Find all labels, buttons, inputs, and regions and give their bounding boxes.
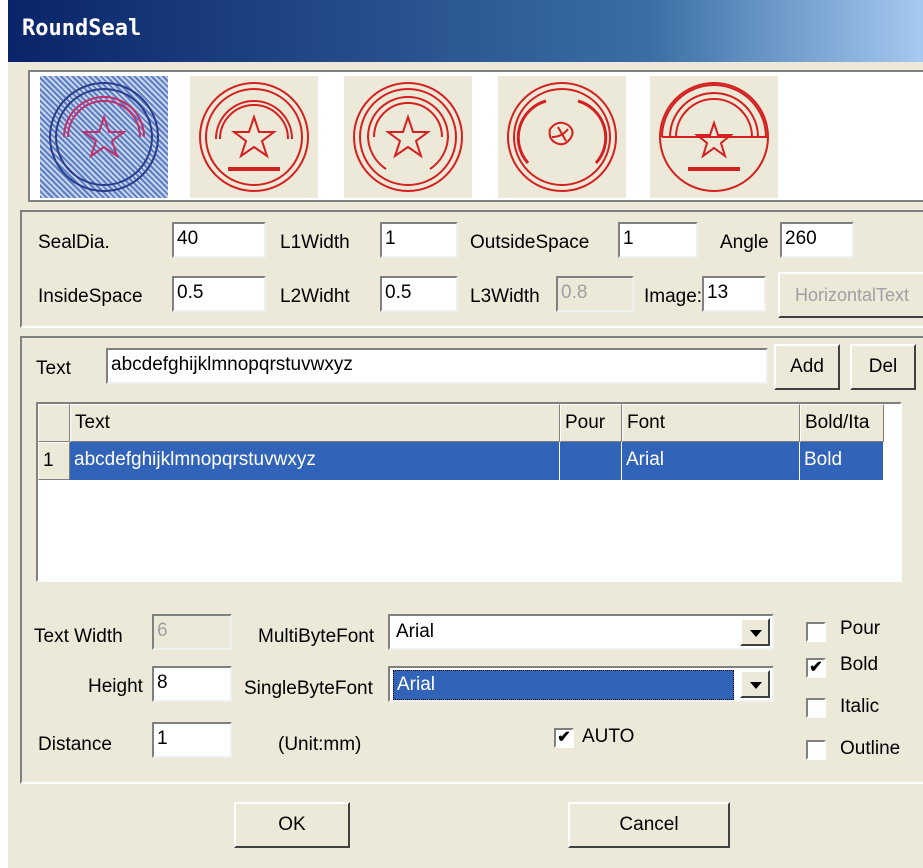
bold-checkbox[interactable]: ✔ bbox=[806, 658, 826, 678]
round-seal-dialog: RoundSeal SealDia. 40 L1Width 1 OutsideS… bbox=[8, 0, 923, 868]
singlebyte-font-label: SingleByteFont bbox=[244, 678, 373, 699]
seal-style-1-icon bbox=[49, 82, 159, 192]
text-table: Text Pour Font Bold/Ita 1 abcdefghijklmn… bbox=[36, 402, 902, 582]
image-input[interactable]: 13 bbox=[702, 276, 766, 312]
unit-label: (Unit:mm) bbox=[278, 734, 362, 755]
distance-input[interactable]: 1 bbox=[152, 722, 232, 758]
l3width-label: L3Width bbox=[470, 286, 540, 307]
text-width-label: Text Width bbox=[34, 626, 123, 647]
row-number[interactable]: 1 bbox=[38, 442, 70, 480]
seal-style-1[interactable] bbox=[40, 76, 168, 198]
inside-space-label: InsideSpace bbox=[38, 286, 143, 307]
seal-dia-input[interactable]: 40 bbox=[172, 222, 266, 258]
seal-style-4[interactable] bbox=[498, 76, 626, 198]
seal-dia-label: SealDia. bbox=[38, 232, 110, 253]
height-label: Height bbox=[88, 676, 143, 697]
table-cell-pour[interactable] bbox=[560, 442, 622, 480]
column-header-bold-italic[interactable]: Bold/Ita bbox=[800, 404, 884, 442]
outside-space-label: OutsideSpace bbox=[470, 232, 590, 253]
window-title: RoundSeal bbox=[22, 16, 142, 41]
inside-space-input[interactable]: 0.5 bbox=[172, 276, 266, 312]
seal-style-3-icon bbox=[353, 82, 463, 192]
l2widht-input[interactable]: 0.5 bbox=[380, 276, 458, 312]
l1width-input[interactable]: 1 bbox=[380, 222, 458, 258]
l3width-input[interactable]: 0.8 bbox=[556, 276, 634, 312]
column-header-text[interactable]: Text bbox=[70, 404, 560, 442]
column-header-pour[interactable]: Pour bbox=[560, 404, 622, 442]
outside-space-input[interactable]: 1 bbox=[618, 222, 698, 258]
angle-label: Angle bbox=[720, 232, 769, 253]
height-input[interactable]: 8 bbox=[152, 666, 232, 702]
table-cell-bold-italic[interactable]: Bold bbox=[800, 442, 884, 480]
italic-label: Italic bbox=[840, 696, 880, 717]
ok-button[interactable]: OK bbox=[234, 802, 350, 848]
bold-label: Bold bbox=[840, 654, 879, 675]
l1width-label: L1Width bbox=[280, 232, 350, 253]
seal-style-3[interactable] bbox=[344, 76, 472, 198]
pour-label: Pour bbox=[840, 618, 881, 639]
seal-style-2[interactable] bbox=[190, 76, 318, 198]
title-bar[interactable]: RoundSeal bbox=[8, 0, 923, 62]
italic-checkbox[interactable] bbox=[806, 698, 826, 718]
table-corner-header bbox=[38, 404, 70, 442]
text-label: Text bbox=[36, 358, 71, 379]
text-input[interactable]: abcdefghijklmnopqrstuvwxyz bbox=[106, 348, 768, 384]
table-cell-text[interactable]: abcdefghijklmnopqrstuvwxyz bbox=[70, 442, 560, 480]
text-width-input[interactable]: 6 bbox=[152, 614, 232, 650]
pour-checkbox[interactable] bbox=[806, 622, 826, 642]
chevron-down-icon[interactable] bbox=[740, 670, 770, 698]
seal-style-5-icon bbox=[659, 82, 769, 192]
angle-input[interactable]: 260 bbox=[780, 222, 854, 258]
outline-checkbox[interactable] bbox=[806, 740, 826, 760]
del-button[interactable]: Del bbox=[850, 344, 916, 390]
image-label: Image: bbox=[644, 286, 703, 307]
l2widht-label: L2Widht bbox=[280, 286, 350, 307]
singlebyte-font-value: Arial bbox=[393, 670, 734, 700]
multibyte-font-label: MultiByteFont bbox=[258, 626, 375, 647]
chevron-down-icon[interactable] bbox=[740, 618, 770, 646]
horizontal-text-button[interactable]: HorizontalText bbox=[778, 272, 923, 318]
seal-style-4-icon bbox=[507, 82, 617, 192]
column-header-font[interactable]: Font bbox=[622, 404, 800, 442]
cancel-button[interactable]: Cancel bbox=[568, 802, 730, 848]
table-cell-font[interactable]: Arial bbox=[622, 442, 800, 480]
singlebyte-font-select[interactable]: Arial bbox=[388, 666, 774, 702]
outline-label: Outline bbox=[840, 738, 901, 759]
add-button[interactable]: Add bbox=[774, 344, 840, 390]
auto-checkbox[interactable]: ✔ bbox=[554, 728, 574, 748]
multibyte-font-value: Arial bbox=[396, 621, 435, 642]
distance-label: Distance bbox=[38, 734, 112, 755]
multibyte-font-select[interactable]: Arial bbox=[388, 614, 774, 650]
seal-style-strip bbox=[28, 70, 923, 202]
seal-style-2-icon bbox=[199, 82, 309, 192]
seal-style-5[interactable] bbox=[650, 76, 778, 198]
auto-label: AUTO bbox=[582, 726, 635, 747]
